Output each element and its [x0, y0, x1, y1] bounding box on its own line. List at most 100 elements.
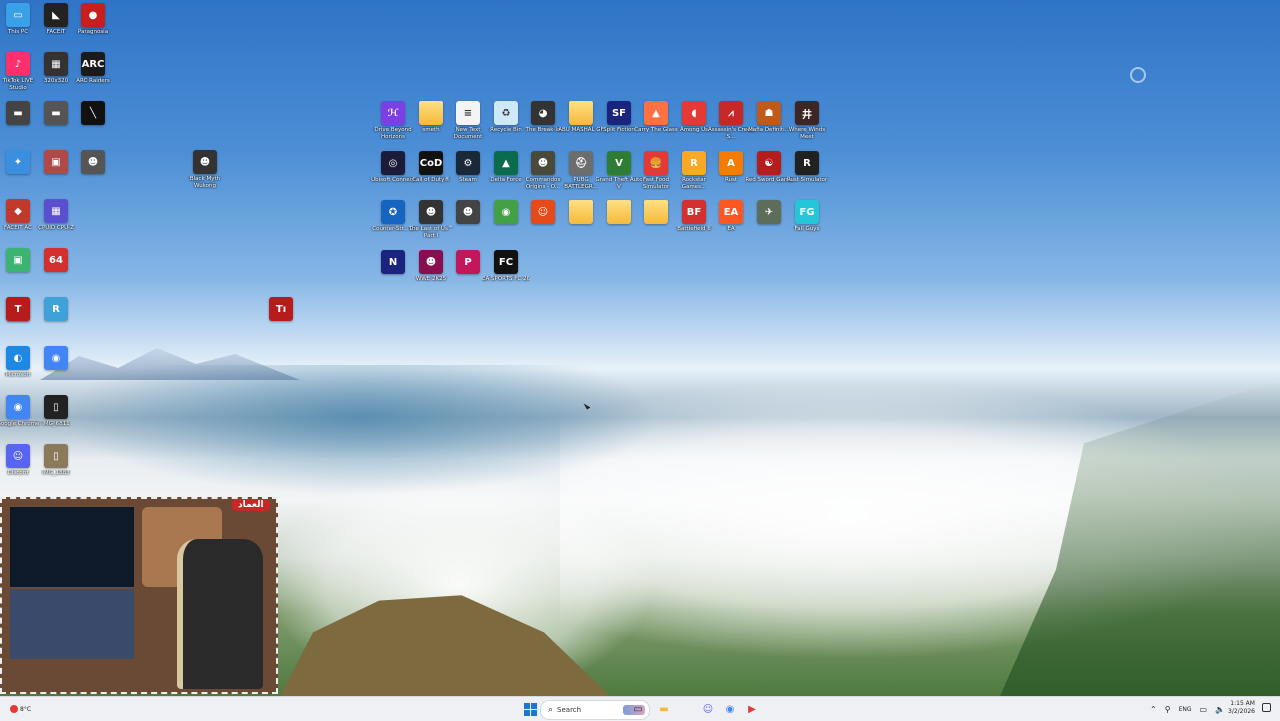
folder-icon [569, 101, 593, 125]
game-icon: ▲ [494, 151, 518, 175]
notification-center-icon[interactable] [1262, 703, 1271, 712]
desktop-icon[interactable]: ╲ [75, 101, 111, 151]
desktop-icon[interactable]: R Rust Simulator [787, 151, 827, 201]
desktop-icon[interactable]: ▣ [0, 248, 36, 298]
desktop-icon[interactable]: ▬ [0, 101, 36, 151]
desktop-icon[interactable]: FC EA SPORTS FC 26 [482, 250, 530, 300]
desktop-icon[interactable]: ♪ TikTok LIVE Studio [0, 52, 36, 102]
desktop-icon[interactable]: SF Split Fiction [601, 101, 637, 151]
faceit-icon: ◣ [44, 3, 68, 27]
taskbar-chrome-button[interactable]: ◉ [722, 701, 738, 717]
network-icon[interactable]: ▭ [1200, 705, 1208, 714]
desktop-icon[interactable]: ARC ARC Raiders [75, 52, 111, 102]
desktop-icon[interactable]: R [38, 297, 74, 347]
taskbar-discord-button[interactable]: ☺ [700, 701, 716, 717]
game-icon: R [795, 151, 819, 175]
desktop-icon[interactable]: ▯ IMG_6811 [38, 395, 74, 445]
desktop-icon[interactable]: ▯ IMG_1883 [38, 444, 74, 494]
desktop-icon[interactable]: ▲ Carry The Glass [634, 101, 678, 151]
desktop-icon-label: EA SPORTS FC 26 [482, 276, 530, 282]
desktop-icon[interactable] [563, 200, 599, 250]
app-icon: ▣ [44, 150, 68, 174]
file-explorer-icon: ▬ [659, 703, 669, 715]
desktop-icon[interactable]: ☯ Red Sword Game [745, 151, 793, 201]
desktop-icon-label: IMG_6811 [42, 421, 70, 427]
desktop-icon[interactable]: P [450, 250, 486, 300]
desktop-icon[interactable]: ⚙ Steam [450, 151, 486, 201]
desktop-icon[interactable]: ☻ The Last of Us™ Part I [409, 200, 453, 250]
desktop-icon[interactable]: ◕ The Break-In [525, 101, 561, 151]
desktop-icon[interactable]: ● Paragnosia [75, 3, 111, 53]
folder-icon [569, 200, 593, 224]
desktop-icon[interactable]: ≡ New Text Document [450, 101, 486, 151]
desktop-icon[interactable]: ▦ 320x320 [38, 52, 74, 102]
game-icon: V [607, 151, 631, 175]
desktop-icon[interactable]: CoD Call of Duty® [412, 151, 450, 201]
desktop-icon[interactable]: T [0, 297, 36, 347]
desktop-icon[interactable]: FG Fall Guys [789, 200, 825, 250]
desktop-icon[interactable]: ℋ Drive Beyond Horizons [374, 101, 412, 151]
taskbar-file-explorer-button[interactable]: ▬ [656, 701, 672, 717]
webcam-chair [177, 539, 263, 689]
clock[interactable]: 1:15 AM 3/2/2026 [1228, 700, 1255, 716]
game-icon: ☺ [531, 200, 555, 224]
desktop-icon[interactable]: 🍔 Fast Food Simulator [638, 151, 674, 201]
desktop-icon[interactable]: ☻ WWE 2K25 [413, 250, 449, 300]
desktop-icon[interactable]: ☺ [525, 200, 561, 250]
desktop-icon[interactable]: ◣ FACEIT [38, 3, 74, 53]
desktop-icon[interactable]: V Grand Theft Auto V [595, 151, 643, 201]
desktop[interactable]: ▭ This PC ◣ FACEIT ● Paragnosia ♪ TikTok LIVE S… [0, 0, 1280, 696]
desktop-icon[interactable]: ✪ Counter-Str... 2 [372, 200, 414, 250]
desktop-icon[interactable]: R Rockstar Games... [676, 151, 712, 201]
show-hidden-icons-chevron[interactable]: ⌃ [1150, 705, 1157, 714]
app-icon: ☻ [81, 150, 105, 174]
desktop-icon[interactable]: ▣ [38, 150, 74, 200]
desktop-icon[interactable]: ☻ [75, 150, 111, 200]
desktop-icon[interactable]: ◐ Microsoft [0, 346, 36, 396]
desktop-icon[interactable]: ☻ Black Myth Wukong [187, 150, 223, 200]
desktop-icon[interactable] [638, 200, 674, 250]
desktop-icon[interactable]: ☻ Commandos Origins - O... [525, 151, 561, 201]
faceit-ac-icon: ◆ [6, 199, 30, 223]
chrome-icon: ◉ [44, 346, 68, 370]
desktop-icon[interactable]: ◎ Ubisoft Connect [371, 151, 415, 201]
desktop-icon[interactable]: ▭ This PC [0, 3, 36, 53]
desktop-icon[interactable]: ▲ Delta Force [488, 151, 524, 201]
desktop-icon[interactable]: A Rust [713, 151, 749, 201]
folder-icon [644, 200, 668, 224]
desktop-icon[interactable]: Tı [263, 297, 299, 347]
desktop-icon[interactable]: ◉ [38, 346, 74, 396]
desktop-icon[interactable]: BF Battlefield 6 [676, 200, 712, 250]
language-indicator[interactable]: ENG [1179, 706, 1192, 713]
start-button[interactable] [522, 701, 538, 717]
app-icon: R [44, 297, 68, 321]
taskbar-youtube-button[interactable]: ▶ [744, 701, 760, 717]
desktop-icon[interactable]: ⩘ Assassin's Creed S... [708, 101, 754, 151]
desktop-icon[interactable]: N [375, 250, 411, 300]
desktop-icon[interactable]: ▦ CPUID CPU-Z [38, 199, 74, 249]
desktop-icon[interactable]: ☻ [450, 200, 486, 250]
desktop-icon[interactable]: ☺ Discord [0, 444, 36, 494]
desktop-icon[interactable]: ◆ FACEIT AC [0, 199, 36, 249]
desktop-icon[interactable]: EA EA [713, 200, 749, 250]
desktop-icon[interactable]: ✦ [0, 150, 36, 200]
taskbar-task-view-button[interactable]: ▭ [630, 701, 646, 717]
microphone-icon[interactable]: ⚲ [1165, 705, 1171, 714]
desktop-icon[interactable]: ☗ Mafia Definiti... [748, 101, 790, 151]
desktop-icon[interactable] [601, 200, 637, 250]
app-icon: ╲ [81, 101, 105, 125]
desktop-icon[interactable]: ◉ Google Chrome [0, 395, 39, 445]
desktop-icon[interactable]: 64 [38, 248, 74, 298]
desktop-icon[interactable]: ◖ Among Us [676, 101, 712, 151]
desktop-icon[interactable]: ♻ Recycle Bin [488, 101, 524, 151]
desktop-icon[interactable]: ⛑ PUBG BATTLEGR... [563, 151, 599, 201]
desktop-icon[interactable]: smeth [413, 101, 449, 151]
desktop-icon[interactable]: ◉ [488, 200, 524, 250]
desktop-icon[interactable]: 井 Where Winds Meet [789, 101, 825, 151]
cs2-icon: ✪ [381, 200, 405, 224]
desktop-icon[interactable]: ▬ [38, 101, 74, 151]
weather-widget[interactable]: 8°C [10, 700, 31, 718]
volume-icon[interactable]: 🔈 [1215, 705, 1225, 714]
desktop-icon[interactable]: ABU MASHAL GF [558, 101, 604, 151]
desktop-icon[interactable]: ✈ [751, 200, 787, 250]
